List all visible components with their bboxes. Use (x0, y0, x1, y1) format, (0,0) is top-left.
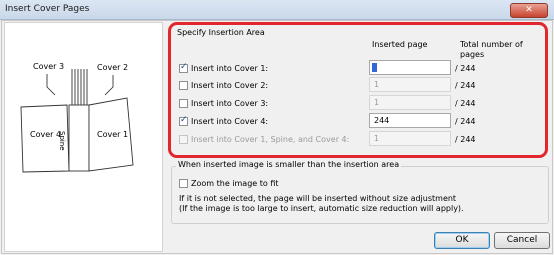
cover1-row-label[interactable]: Insert into Cover 1: (191, 64, 268, 73)
spine-label: Spine (58, 131, 66, 151)
ok-button[interactable]: OK (434, 232, 490, 249)
cover-diagram-pane: Cover 3 Cover 2 Cover 4 Cover 1 Spine (4, 22, 163, 252)
cover4-page-input[interactable]: 244 (369, 113, 451, 128)
spine-combo-row-label: Insert into Cover 1, Spine, and Cover 4: (191, 135, 350, 144)
cover4-row-label[interactable]: Insert into Cover 4: (191, 117, 268, 126)
cover2-total: / 244 (455, 81, 476, 90)
spine-combo-checkbox[interactable] (179, 135, 188, 144)
inserted-page-header: Inserted page (372, 40, 428, 49)
cover2-arrow (104, 75, 114, 96)
spine-combo-page-input: 1 (369, 131, 451, 146)
total-pages-header: Total number of pages (460, 40, 523, 59)
cover3-total: / 244 (455, 99, 476, 108)
cover4-total: / 244 (455, 117, 476, 126)
cover2-page-input[interactable]: 1 (369, 77, 451, 92)
cover1-checkbox[interactable] (179, 62, 188, 73)
cancel-button[interactable]: Cancel (494, 232, 550, 249)
title-bar: Insert Cover Pages ✕ (0, 0, 554, 20)
cover4-checkbox[interactable] (179, 115, 188, 126)
spine-panel (68, 104, 90, 172)
text-cursor (372, 63, 377, 72)
cover1-label: Cover 1 (97, 130, 129, 139)
cover3-arrow (46, 74, 56, 96)
insertion-section-title: Specify Insertion Area (177, 28, 265, 37)
cover3-checkbox[interactable] (179, 99, 188, 108)
cover1-total: / 244 (455, 64, 476, 73)
close-button[interactable]: ✕ (510, 3, 548, 18)
book-illustration (20, 69, 134, 173)
window-title: Insert Cover Pages (5, 4, 90, 14)
cover3-row-label[interactable]: Insert into Cover 3: (191, 99, 268, 108)
spine-combo-total: / 244 (455, 135, 476, 144)
cover3-page-input[interactable]: 1 (369, 95, 451, 110)
size-note-line2: (If the image is too large to insert, au… (179, 204, 464, 213)
cover2-checkbox[interactable] (179, 81, 188, 90)
zoom-to-fit-checkbox[interactable] (179, 179, 188, 188)
pages-lines (71, 69, 88, 109)
cover1-page-input[interactable] (369, 60, 451, 75)
cover2-row-label[interactable]: Insert into Cover 2: (191, 81, 268, 90)
cover4-label: Cover 4 (30, 130, 62, 139)
close-icon: ✕ (525, 5, 533, 15)
size-note-line1: If it is not selected, the page will be … (179, 194, 457, 203)
zoom-to-fit-label[interactable]: Zoom the image to fit (191, 179, 279, 188)
smaller-group-title: When inserted image is smaller than the … (176, 160, 402, 169)
